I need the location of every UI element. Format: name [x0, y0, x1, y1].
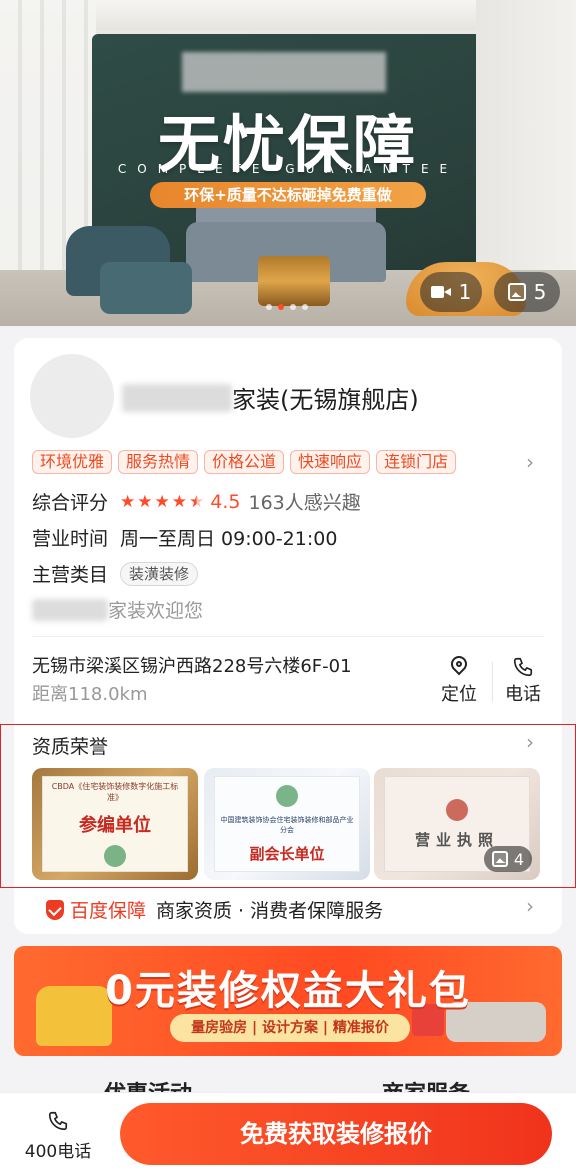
blurred-logo: [182, 52, 386, 92]
store-distance: 距离118.0km: [32, 684, 148, 705]
guarantee-text: 商家资质 · 消费者保障服务: [156, 900, 384, 922]
seal: [446, 798, 468, 821]
hours-row: 营业时间 周一至周日 09:00-21:00: [32, 524, 337, 551]
carousel-dot: [266, 304, 272, 310]
tag: 连锁门店: [376, 450, 457, 474]
star-icon: ★: [137, 491, 153, 512]
promo-banner[interactable]: 0元装修权益大礼包 量房验房 | 设计方案 | 精准报价: [14, 946, 562, 1056]
promo-subtitle: 量房验房 | 设计方案 | 精准报价: [170, 1014, 410, 1042]
hours-value: 周一至周日 09:00-21:00: [120, 528, 338, 550]
seal: [276, 784, 298, 807]
seal: [104, 845, 126, 867]
blurred-brand: [32, 598, 108, 621]
phone-icon: [18, 1105, 98, 1137]
phone-icon: [500, 654, 546, 680]
photo-button[interactable]: 5: [494, 272, 560, 312]
certificate-title: 参编单位: [79, 815, 151, 836]
locate-label: 定位: [441, 684, 477, 705]
certificate-title: 副会长单位: [249, 844, 325, 863]
phone-400-label: 400电话: [24, 1142, 92, 1162]
hero-subtitle: COMPLETE GUARANTEE: [117, 162, 459, 176]
category-tag: 装潢装修: [120, 561, 199, 586]
call-button[interactable]: 电话: [500, 654, 546, 706]
divider: [492, 662, 493, 702]
welcome-suffix: 家装欢迎您: [108, 600, 204, 622]
bottom-bar: 400电话 免费获取装修报价: [0, 1092, 576, 1176]
store-name-text: 家装(无锡旗舰店): [232, 386, 419, 414]
photo-count: 5: [533, 280, 547, 304]
store-tags[interactable]: 环境优雅 服务热情 价格公道 快速响应 连锁门店: [32, 450, 457, 474]
location-pin-icon: [451, 656, 467, 678]
hero-pill: 环保+质量不达标砸掉免费重做: [150, 182, 426, 208]
rating-score: 4.5: [210, 490, 241, 513]
certificate-count[interactable]: 4: [483, 846, 532, 872]
promo-title: 0元装修权益大礼包: [105, 968, 471, 1014]
chevron-right-icon[interactable]: ›: [526, 894, 534, 918]
certificate-caption: 中国建筑装饰协会住宅装饰装修和部品产业分会: [220, 815, 354, 834]
get-quote-button[interactable]: 免费获取装修报价: [120, 1103, 552, 1165]
certificate-image[interactable]: CBDA《住宅装饰装修数字化施工标准》 参编单位: [32, 768, 198, 880]
video-count: 1: [458, 280, 472, 304]
store-name: 家装(无锡旗舰店): [122, 380, 419, 415]
blurred-brand: [122, 383, 232, 412]
hours-label: 营业时间: [32, 528, 109, 550]
ottoman: [100, 262, 192, 314]
tag: 快速响应: [290, 450, 371, 474]
certificate-caption: CBDA《住宅装饰装修数字化施工标准》: [51, 782, 179, 802]
carousel-dot: [290, 304, 296, 310]
hero-banner[interactable]: 无忧保障 COMPLETE GUARANTEE 环保+质量不达标砸掉免费重做 1…: [0, 0, 576, 326]
carousel-dot: [302, 304, 308, 310]
tag: 环境优雅: [32, 450, 113, 474]
chevron-right-icon[interactable]: ›: [526, 450, 534, 474]
category-row: 主营类目 装潢装修: [32, 560, 199, 587]
shield-check-icon: [46, 899, 64, 920]
divider: [32, 636, 544, 637]
video-camera-icon: [430, 285, 451, 299]
tag: 价格公道: [204, 450, 285, 474]
locate-button[interactable]: 定位: [436, 654, 482, 706]
phone-400-button[interactable]: 400电话: [18, 1105, 98, 1162]
gold-table: [258, 256, 330, 306]
store-address: 无锡市梁溪区锡沪西路228号六楼6F-01: [32, 656, 352, 677]
store-avatar: [30, 354, 114, 438]
image-icon: [491, 851, 508, 867]
carousel-indicator: [266, 304, 308, 310]
star-rating: ★ ★ ★ ★ ★: [120, 492, 204, 512]
category-label: 主营类目: [32, 564, 109, 586]
image-icon: [507, 283, 526, 301]
honors-title: 资质荣誉: [32, 736, 109, 758]
chevron-right-icon[interactable]: ›: [526, 730, 534, 754]
call-label: 电话: [505, 684, 541, 705]
star-icon: ★: [154, 491, 170, 512]
guarantee-brand: 百度保障: [70, 900, 147, 922]
carousel-dot-active: [278, 304, 284, 310]
half-star-icon: ★: [189, 491, 205, 512]
rating-label: 综合评分: [32, 492, 109, 514]
video-button[interactable]: 1: [420, 272, 482, 312]
tag: 服务热情: [118, 450, 199, 474]
certificate-title: 营业执照: [414, 830, 499, 849]
welcome-text: 家装欢迎您: [32, 596, 203, 623]
certificate-image[interactable]: 中国建筑装饰协会住宅装饰装修和部品产业分会 副会长单位: [204, 768, 370, 880]
star-icon: ★: [120, 491, 136, 512]
certificate-image[interactable]: 营业执照 4: [374, 768, 540, 880]
rating-row: 综合评分 ★ ★ ★ ★ ★ 4.5 163人感兴趣: [32, 488, 361, 515]
interest-count: 163人感兴趣: [248, 492, 361, 514]
baidu-guarantee[interactable]: 百度保障 商家资质 · 消费者保障服务: [46, 896, 383, 923]
star-icon: ★: [171, 491, 188, 512]
certificate-count-value: 4: [513, 849, 524, 869]
